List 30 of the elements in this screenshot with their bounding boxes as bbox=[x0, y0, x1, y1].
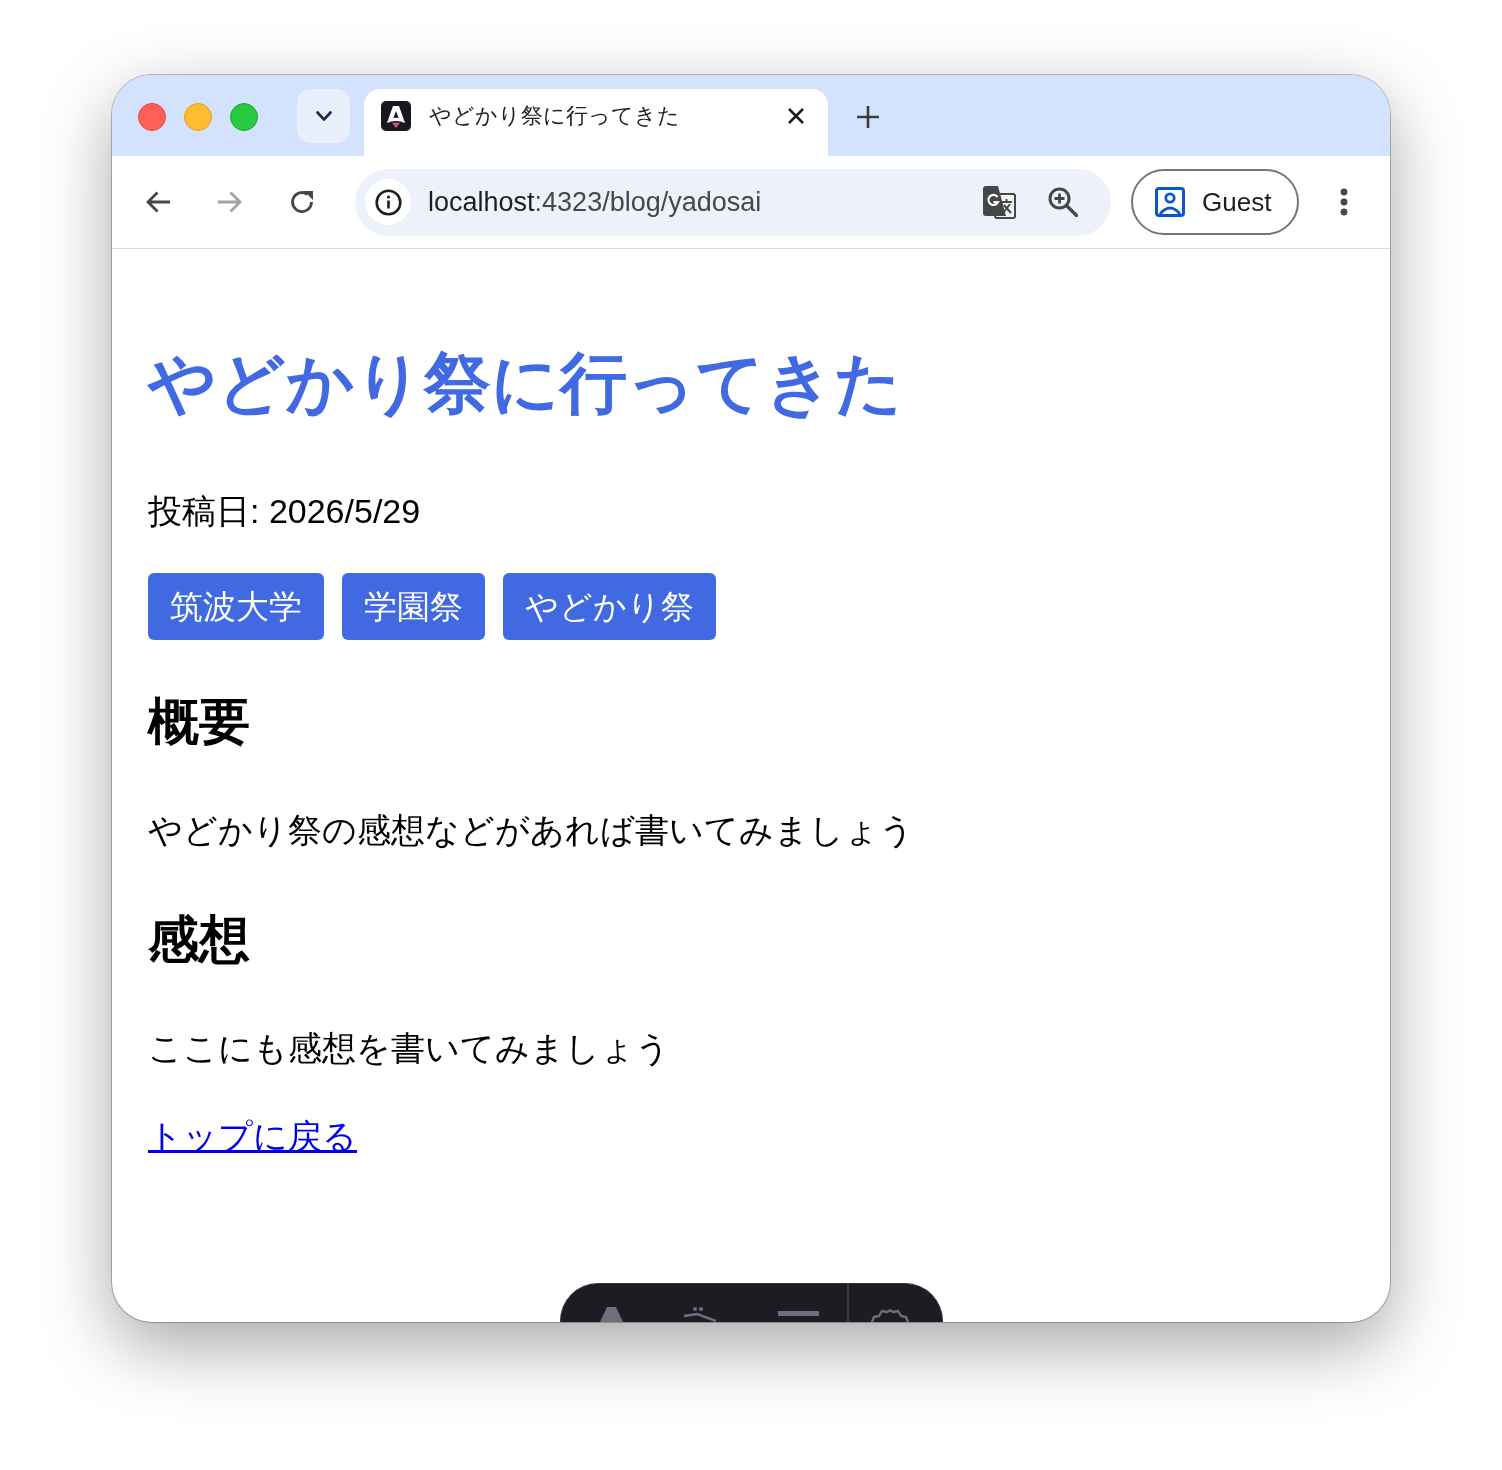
profile-icon bbox=[1155, 187, 1185, 217]
logo-icon[interactable] bbox=[600, 1307, 623, 1322]
address-bar[interactable]: localhost:4323/blog/yadosai bbox=[355, 168, 1111, 236]
plus-icon[interactable] bbox=[857, 106, 879, 128]
window-maximize-icon[interactable] bbox=[230, 103, 258, 131]
back-arrow-icon[interactable] bbox=[145, 189, 171, 215]
section-text: ここにも感想を書いてみましょう bbox=[148, 1028, 670, 1069]
tab[interactable]: やどかり祭に行ってきた bbox=[364, 89, 828, 156]
section-heading: 概要 bbox=[148, 692, 250, 752]
post-title: やどかり祭に行ってきた bbox=[148, 344, 903, 422]
reload-icon[interactable] bbox=[289, 189, 315, 215]
tag: 筑波大学 bbox=[148, 573, 324, 640]
tag: 学園祭 bbox=[342, 573, 485, 640]
back-to-top-link[interactable]: トップに戻る bbox=[148, 1111, 357, 1161]
chevron-down-icon bbox=[315, 111, 332, 121]
translate-icon[interactable] bbox=[982, 185, 1016, 219]
close-icon[interactable] bbox=[788, 108, 804, 124]
section-text: やどかり祭の感想などがあれば書いてみましょう bbox=[148, 810, 914, 851]
more-menu-icon[interactable] bbox=[1340, 188, 1348, 216]
zoom-in-icon[interactable] bbox=[1048, 187, 1078, 217]
logo-icon bbox=[381, 101, 411, 131]
pointer-icon[interactable] bbox=[683, 1307, 717, 1322]
tag: やどかり祭 bbox=[503, 573, 716, 640]
post-date: 投稿日: 2026/5/29 bbox=[148, 491, 421, 532]
profile-button[interactable]: Guest bbox=[1131, 169, 1299, 235]
tab-search-button[interactable] bbox=[297, 89, 350, 143]
window-close-icon[interactable] bbox=[138, 103, 166, 131]
section-heading: 感想 bbox=[148, 910, 250, 970]
gear-icon[interactable] bbox=[870, 1309, 910, 1322]
site-info-icon[interactable] bbox=[365, 179, 411, 225]
